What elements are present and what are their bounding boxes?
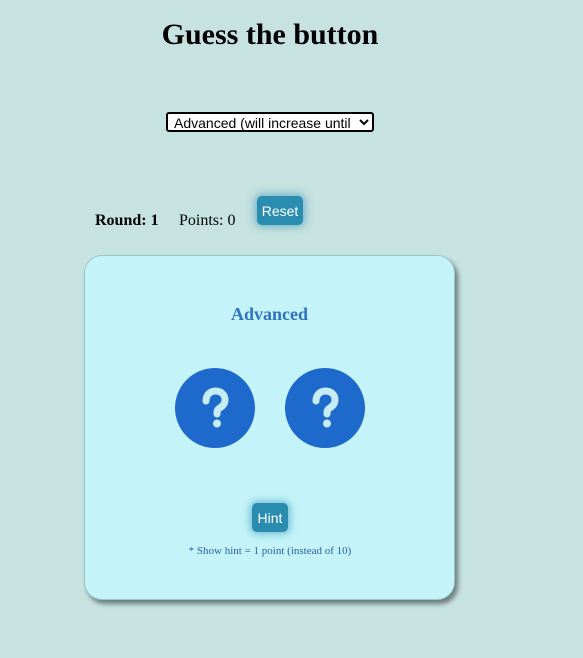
level-select[interactable]: Advanced (will increase until 9) xyxy=(166,112,374,132)
round-indicator: Round: 1 xyxy=(95,212,159,230)
points-indicator: Points: 0 xyxy=(179,212,235,230)
hint-button[interactable]: Hint xyxy=(252,503,288,532)
reset-button[interactable]: Reset xyxy=(257,196,303,225)
round-label: Round: xyxy=(95,212,147,229)
guess-button-2[interactable] xyxy=(285,368,365,448)
page-title: Guess the button xyxy=(161,18,379,51)
points-label: Points: xyxy=(179,212,224,229)
hint-note: * Show hint = 1 point (instead of 10) xyxy=(188,545,352,557)
question-mark-icon xyxy=(312,387,339,428)
level-name-heading: Advanced xyxy=(230,304,308,324)
guess-button-1[interactable] xyxy=(175,368,255,448)
points-value: 0 xyxy=(227,212,236,229)
question-mark-icon xyxy=(202,387,229,428)
round-value: 1 xyxy=(150,212,159,229)
